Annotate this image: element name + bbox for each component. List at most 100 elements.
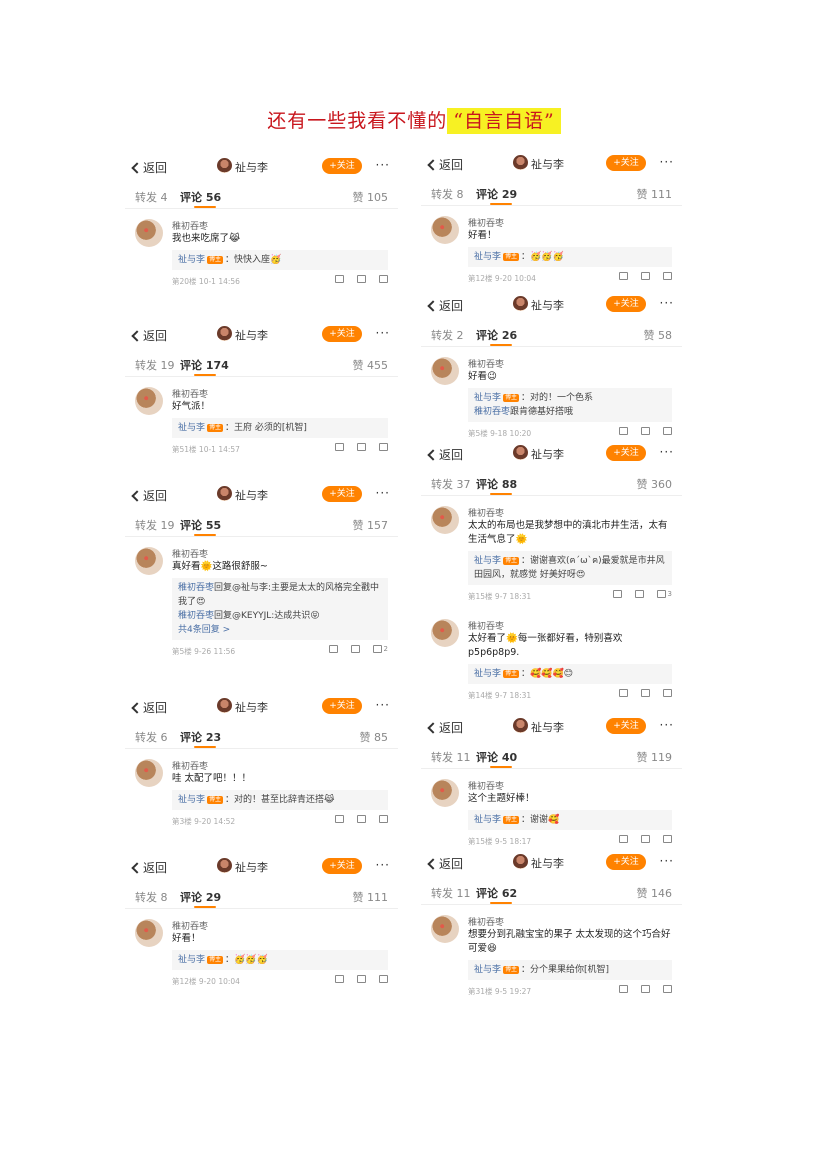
commenter-name[interactable]: 稚初吞枣 <box>468 779 504 792</box>
like-icon[interactable] <box>379 974 388 983</box>
commenter-name[interactable]: 稚初吞枣 <box>172 759 208 772</box>
tab-comments[interactable]: 评论 40 <box>476 749 517 768</box>
more-replies-link[interactable]: 共4条回复 > <box>178 623 382 637</box>
tab-comments[interactable]: 评论 62 <box>476 885 517 904</box>
tab-comments[interactable]: 评论 29 <box>476 186 517 205</box>
tab-likes[interactable]: 赞 111 <box>637 186 673 202</box>
user-name[interactable]: 祉与李 <box>235 159 268 175</box>
comment-icon[interactable] <box>641 834 650 843</box>
user-name[interactable]: 祉与李 <box>531 156 564 172</box>
commenter-name[interactable]: 稚初吞枣 <box>468 619 504 632</box>
reply-user[interactable]: 祉与李 <box>178 255 205 265</box>
commenter-name[interactable]: 稚初吞枣 <box>468 357 504 370</box>
comment-icon[interactable] <box>357 442 366 451</box>
back-button[interactable]: 返回 <box>427 855 463 872</box>
comment-icon[interactable] <box>641 426 650 435</box>
share-icon[interactable] <box>619 834 628 843</box>
back-button[interactable]: 返回 <box>427 446 463 463</box>
tab-reposts[interactable]: 转发 11 <box>431 749 471 765</box>
back-button[interactable]: 返回 <box>131 159 167 176</box>
back-button[interactable]: 返回 <box>427 297 463 314</box>
tab-comments[interactable]: 评论 23 <box>180 729 221 748</box>
reply-user[interactable]: 祉与李 <box>474 252 501 262</box>
more-icon[interactable]: ··· <box>376 486 390 500</box>
tab-reposts[interactable]: 转发 8 <box>135 889 168 905</box>
user-avatar[interactable] <box>513 296 528 311</box>
commenter-avatar[interactable] <box>431 506 459 534</box>
more-icon[interactable]: ··· <box>376 158 390 172</box>
follow-button[interactable]: +关注 <box>606 854 646 870</box>
follow-button[interactable]: +关注 <box>322 158 362 174</box>
share-icon[interactable] <box>335 442 344 451</box>
tab-reposts[interactable]: 转发 2 <box>431 327 464 343</box>
follow-button[interactable]: +关注 <box>322 486 362 502</box>
more-icon[interactable]: ··· <box>660 296 674 310</box>
reply-box[interactable]: 祉与李 博主 ：分个果果给你[机智] <box>468 960 672 980</box>
user-avatar[interactable] <box>217 158 232 173</box>
comment-icon[interactable] <box>357 274 366 283</box>
tab-reposts[interactable]: 转发 19 <box>135 357 175 373</box>
back-button[interactable]: 返回 <box>131 859 167 876</box>
share-icon[interactable] <box>619 271 628 280</box>
back-button[interactable]: 返回 <box>131 487 167 504</box>
reply-box[interactable]: 稚初吞枣回复@祉与李:主要是太太的风格完全戳中我了😍 稚初吞枣回复@KEYYJL:… <box>172 578 388 640</box>
tab-likes[interactable]: 赞 119 <box>637 749 673 765</box>
share-icon[interactable] <box>335 274 344 283</box>
user-name[interactable]: 祉与李 <box>531 855 564 871</box>
user-avatar[interactable] <box>513 155 528 170</box>
tab-comments[interactable]: 评论 88 <box>476 476 517 495</box>
commenter-avatar[interactable] <box>431 915 459 943</box>
user-name[interactable]: 祉与李 <box>235 487 268 503</box>
commenter-name[interactable]: 稚初吞枣 <box>172 219 208 232</box>
commenter-name[interactable]: 稚初吞枣 <box>172 919 208 932</box>
tab-likes[interactable]: 赞 146 <box>637 885 673 901</box>
commenter-name[interactable]: 稚初吞枣 <box>468 506 504 519</box>
like-icon[interactable] <box>663 271 672 280</box>
follow-button[interactable]: +关注 <box>606 296 646 312</box>
share-icon[interactable] <box>335 974 344 983</box>
commenter-avatar[interactable] <box>135 547 163 575</box>
tab-likes[interactable]: 赞 157 <box>353 517 389 533</box>
reply-box[interactable]: 祉与李 博主 ：王府 必须的[机智] <box>172 418 388 438</box>
like-icon[interactable] <box>663 688 672 697</box>
commenter-avatar[interactable] <box>431 216 459 244</box>
commenter-avatar[interactable] <box>431 619 459 647</box>
more-icon[interactable]: ··· <box>660 155 674 169</box>
comment-icon[interactable] <box>641 688 650 697</box>
comment-icon[interactable] <box>350 644 360 653</box>
user-avatar[interactable] <box>513 854 528 869</box>
share-icon[interactable] <box>619 426 628 435</box>
follow-button[interactable]: +关注 <box>322 698 362 714</box>
comment-icon[interactable] <box>357 814 366 823</box>
reply-box[interactable]: 祉与李 博主 ：🥳🥳🥳 <box>468 247 672 267</box>
commenter-avatar[interactable] <box>431 779 459 807</box>
share-icon[interactable] <box>612 589 622 598</box>
user-avatar[interactable] <box>217 486 232 501</box>
tab-comments[interactable]: 评论 174 <box>180 357 229 376</box>
like-icon[interactable] <box>379 442 388 451</box>
back-button[interactable]: 返回 <box>131 327 167 344</box>
follow-button[interactable]: +关注 <box>322 858 362 874</box>
more-icon[interactable]: ··· <box>660 718 674 732</box>
like-icon[interactable] <box>372 644 382 653</box>
user-name[interactable]: 祉与李 <box>235 699 268 715</box>
tab-reposts[interactable]: 转发 19 <box>135 517 175 533</box>
user-avatar[interactable] <box>217 698 232 713</box>
reply-user[interactable]: 祉与李 <box>474 965 501 975</box>
like-icon[interactable] <box>663 426 672 435</box>
reply-user[interactable]: 稚初吞枣 <box>178 583 214 593</box>
follow-button[interactable]: +关注 <box>606 718 646 734</box>
tab-reposts[interactable]: 转发 4 <box>135 189 168 205</box>
commenter-avatar[interactable] <box>135 387 163 415</box>
reply-box[interactable]: 祉与李 博主 ：对的！甚至比辞青还搭😹 <box>172 790 388 810</box>
like-icon[interactable] <box>663 984 672 993</box>
comment-icon[interactable] <box>641 984 650 993</box>
tab-reposts[interactable]: 转发 11 <box>431 885 471 901</box>
more-icon[interactable]: ··· <box>376 698 390 712</box>
reply-user[interactable]: 祉与李 <box>178 423 205 433</box>
user-avatar[interactable] <box>217 326 232 341</box>
follow-button[interactable]: +关注 <box>322 326 362 342</box>
reply-user[interactable]: 稚初吞枣 <box>474 407 510 417</box>
like-icon[interactable] <box>656 589 666 598</box>
commenter-name[interactable]: 稚初吞枣 <box>172 547 208 560</box>
